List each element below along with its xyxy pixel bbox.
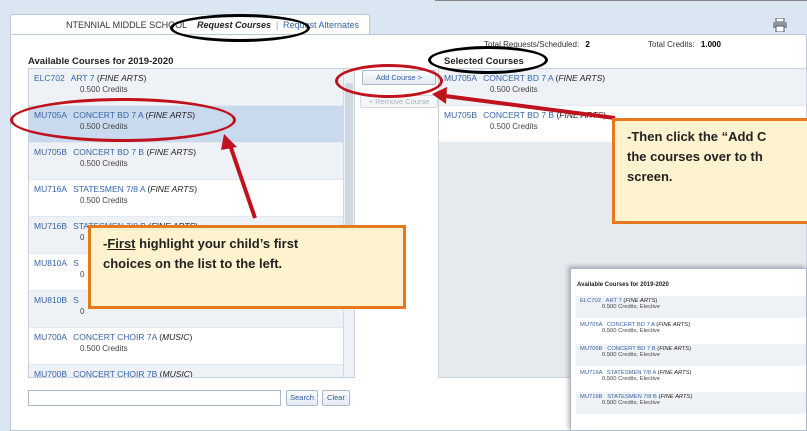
callout-first-rest: highlight your child’s first [135,236,299,251]
inset-course-code: MU705B [580,346,603,352]
course-category: FINE ARTS [99,73,144,83]
course-name: ART 7 [70,73,95,83]
inset-course-code: MU716A [580,370,603,376]
course-code: MU705A [444,73,478,83]
inset-course-category: FINE ARTS [659,370,690,376]
course-name: CONCERT BD 7 A [483,73,554,83]
inset-course-code: MU705A [580,322,603,328]
course-category: MUSIC [162,369,190,378]
course-name: CONCERT CHOIR 7A [73,332,157,342]
inset-course-credits: 0.500 Credits, Elective [602,304,660,310]
course-row[interactable]: MU700BCONCERT CHOIR 7B (MUSIC)0.500 Cred… [29,365,354,378]
inset-course-row: MU705A CONCERT BD 7 A (FINE ARTS) 0.500 C… [576,320,806,342]
available-scrollbar[interactable] [343,69,354,377]
callout-then-line2: the courses over to th [627,149,763,165]
course-credits: 0.500 Credits [80,159,128,168]
inset-course-row: MU705B CONCERT BD 7 B (FINE ARTS) 0.500 C… [576,344,806,366]
course-name: CONCERT CHOIR 7B [73,369,158,378]
course-row[interactable]: MU700A CONCERT CHOIR 7A (MUSIC) 0.500 Cred… [29,328,354,365]
callout-then-line3: screen. [627,169,673,185]
highlight-oval-course [10,98,236,142]
course-code: MU810B [34,295,68,305]
credits-label: Total Credits: [648,40,695,49]
course-name: STATESMEN 7/8 A [73,184,146,194]
available-title: Available Courses for 2019-2020 [28,56,174,67]
search-input[interactable] [28,390,281,406]
course-name: S [73,295,79,305]
inset-course-credits: 0.500 Credits, Elective [602,376,660,382]
requests-value: 2 [585,40,590,49]
inset-course-code: MU716B [580,394,603,400]
course-code: MU700A [34,332,68,342]
course-category: FINE ARTS [559,110,604,120]
credits-value: 1.000 [700,40,721,49]
course-code: MU705B [34,147,68,157]
course-code: MU716B [34,221,68,231]
course-category: FINE ARTS [150,184,195,194]
callout-first-line2: choices on the list to the left. [103,256,283,272]
course-row[interactable]: MU705B CONCERT BD 7 B (FINE ARTS) 0.500 Cr… [29,143,354,180]
clear-button[interactable]: Clear [322,390,350,406]
course-code: MU705B [444,110,478,120]
course-credits: 0.500 Credits [490,85,538,94]
search-button[interactable]: Search [286,390,318,406]
callout-then-line1: -Then click the “Add C [627,129,767,144]
course-category: FINE ARTS [558,73,603,83]
course-credits: 0.500 Credits [80,85,128,94]
highlight-oval-add-button [335,64,443,98]
inset-course-row: MU716A STATESMEN 7/8 A (FINE ARTS) 0.500 … [576,368,806,390]
course-code: MU810A [34,258,68,268]
inset-course-code: ELC702 [580,298,601,304]
callout-first-underlined: First [107,236,136,251]
school-name: NTENNIAL MIDDLE SCHOOL [66,20,188,30]
course-credits: 0.500 Credits [80,196,128,205]
highlight-oval-tab [170,14,310,42]
course-credits: 0.500 Credits [80,344,128,353]
course-code: MU716A [34,184,68,194]
credits-stat: Total Credits: 1.000 [648,40,721,49]
inset-course-row: MU716B STATESMEN 7/8 B (FINE ARTS) 0.500 … [576,392,806,414]
course-category: FINE ARTS [149,147,194,157]
course-code: MU700B [34,369,68,378]
course-row[interactable]: MU716A STATESMEN 7/8 A (FINE ARTS) 0.500 C… [29,180,354,217]
course-code: ELC702 [34,73,65,83]
inset-course-credits: 0.500 Credits, Elective [602,352,660,358]
top-divider [435,0,807,1]
inset-course-category: FINE ARTS [659,346,690,352]
course-row[interactable]: MU705A CONCERT BD 7 A (FINE ARTS) 0.500 Cr… [439,69,806,106]
inset-course-category: FINE ARTS [660,394,691,400]
highlight-oval-selected-title [428,46,548,74]
inset-course-credits: 0.500 Credits, Elective [602,400,660,406]
callout-then-step: -Then click the “Add C the courses over … [612,118,807,224]
inset-course-category: FINE ARTS [658,322,689,328]
course-name: CONCERT BD 7 B [483,110,555,120]
inset-course-row: ELC702 ART 7 (FINE ARTS) 0.500 Credits, E… [576,296,806,318]
course-category: MUSIC [162,332,190,342]
inset-screenshot: Available Courses for 2019-2020 ELC702 A… [570,268,807,431]
inset-title: Available Courses for 2019-2020 [577,282,669,288]
callout-first-step: -First highlight your child’s first choi… [88,225,406,309]
inset-course-credits: 0.500 Credits, Elective [602,328,660,334]
tab-bar: NTENNIAL MIDDLE SCHOOL Request Courses |… [0,14,807,34]
course-name: CONCERT BD 7 B [73,147,145,157]
printer-icon[interactable] [772,18,788,32]
course-name: S [73,258,79,268]
